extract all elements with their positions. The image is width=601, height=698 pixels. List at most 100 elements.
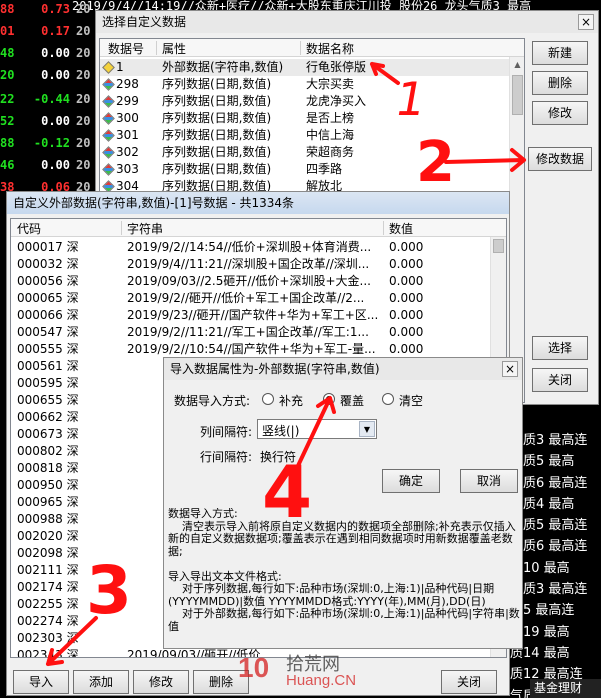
- external-data-title: 自定义外部数据(字符串,数值)-[1]号数据 - 共1334条: [13, 196, 295, 210]
- bottom-right-tab[interactable]: 基金理财: [530, 679, 601, 698]
- right-data-row: 气质4 最高: [510, 496, 575, 512]
- delete-button[interactable]: 删除: [532, 71, 588, 95]
- custom-data-row[interactable]: 301 序列数据(日期,数值) 中信上海: [100, 127, 524, 144]
- import-close-button[interactable]: ×: [502, 361, 518, 377]
- data-number: 301: [116, 128, 139, 142]
- bg-change: 0.00: [41, 46, 70, 60]
- row-value: 0.000: [389, 291, 424, 305]
- row-string: 2019/09/03//2.5砸开//低价+深圳股+大金...: [127, 274, 371, 288]
- modify-row-button[interactable]: 修改: [133, 670, 189, 694]
- row-code: 000017 深: [17, 240, 79, 254]
- external-data-row[interactable]: 000017 深 2019/9/2//14:54//低价+深圳股+体育消费... 0…: [11, 239, 506, 256]
- custom-data-row[interactable]: 300 序列数据(日期,数值) 是否上榜: [100, 110, 524, 127]
- import-help-text: 数据导入方式: 清空表示导入前将原自定义数据内的数据项全部删除;补充表示仅插入新…: [168, 508, 520, 632]
- external-data-row[interactable]: 000032 深 2019/9/4//11:21//深圳股+国企改革//深圳...…: [11, 256, 506, 273]
- cancel-button[interactable]: 取消: [460, 469, 518, 493]
- right-data-row: 质10 最高: [510, 560, 570, 576]
- row-code: 002303 深: [17, 631, 79, 645]
- modify-data-button[interactable]: 修改数据: [528, 147, 592, 171]
- row-value: 0.000: [389, 308, 424, 322]
- bg-ticker-row: 22 -0.44 20: [0, 92, 100, 114]
- external-data-row[interactable]: 000066 深 2019/9/23//砸开//国产软件+华为+军工+区... 0.…: [11, 307, 506, 324]
- mode-overwrite-radio[interactable]: [323, 393, 335, 405]
- data-attribute: 序列数据(日期,数值): [162, 145, 272, 159]
- scroll-thumb[interactable]: [512, 75, 523, 115]
- column-header-value[interactable]: 数值: [389, 220, 413, 237]
- row-code: 000547 深: [17, 325, 79, 339]
- custom-data-list-scrollbar[interactable]: ▲: [509, 57, 524, 402]
- select-button[interactable]: 选择: [532, 336, 588, 360]
- column-header-name[interactable]: 数据名称: [306, 40, 354, 57]
- close-button[interactable]: 关闭: [532, 368, 588, 392]
- close-ext-button[interactable]: 关闭: [441, 670, 497, 694]
- row-code: 000595 深: [17, 376, 79, 390]
- multicolor-diamond-icon: [102, 95, 115, 108]
- multicolor-diamond-icon: [102, 78, 115, 91]
- bg-change: 0.17: [41, 24, 70, 38]
- bg-code: 01: [0, 24, 15, 38]
- row-code: 000673 深: [17, 427, 79, 441]
- bg-change: 0.73: [41, 2, 70, 16]
- custom-data-row[interactable]: 298 序列数据(日期,数值) 大宗买卖: [100, 76, 524, 93]
- data-attribute: 序列数据(日期,数值): [162, 128, 272, 142]
- bg-ticker-row: 52 0.00 20: [0, 114, 100, 136]
- multicolor-diamond-icon: [102, 112, 115, 125]
- annotation-number-4: 4: [262, 450, 313, 534]
- column-header-string[interactable]: 字符串: [127, 220, 163, 237]
- right-data-row: 气质3 最高连: [510, 582, 588, 598]
- mode-overwrite-label[interactable]: 覆盖: [340, 392, 364, 409]
- data-number: 300: [116, 111, 139, 125]
- bg-date: 20: [76, 114, 91, 128]
- new-button[interactable]: 新建: [532, 41, 588, 65]
- external-data-row[interactable]: 000547 深 2019/9/2//11:21//军工+国企改革//军工:1..…: [11, 324, 506, 341]
- mode-supplement-radio[interactable]: [262, 393, 274, 405]
- external-data-row[interactable]: 000555 深 2019/9/2//10:54//国产软件+华为+军工-量...…: [11, 341, 506, 358]
- row-code: 000066 深: [17, 308, 79, 322]
- external-data-row[interactable]: 000056 深 2019/09/03//2.5砸开//低价+深圳股+大金... 0…: [11, 273, 506, 290]
- chevron-down-icon[interactable]: ▼: [359, 421, 375, 437]
- custom-data-row[interactable]: 302 序列数据(日期,数值) 荣超商务: [100, 144, 524, 161]
- data-number: 302: [116, 145, 139, 159]
- bg-date: 20: [76, 68, 91, 82]
- scroll-up-arrow-icon[interactable]: ▲: [510, 57, 524, 72]
- external-scroll-thumb[interactable]: [493, 239, 504, 253]
- data-attribute: 序列数据(日期,数值): [162, 162, 272, 176]
- bg-code: 22: [0, 92, 15, 106]
- bg-code: 52: [0, 114, 15, 128]
- bg-ticker-row: 88 -0.12 20: [0, 136, 100, 158]
- yellow-diamond-icon: [102, 61, 115, 74]
- column-header-attr[interactable]: 属性: [162, 40, 186, 57]
- row-code: 000818 深: [17, 461, 79, 475]
- column-header-num[interactable]: 数据号: [108, 40, 144, 57]
- multicolor-diamond-icon: [102, 129, 115, 142]
- custom-data-row[interactable]: 1 外部数据(字符串,数值) 行龟张停版: [100, 59, 524, 76]
- row-code: 000662 深: [17, 410, 79, 424]
- right-data-row: 气质6 最高连: [510, 475, 588, 491]
- row-string: 2019/9/2//砸开//低价+军工+国企改革//2...: [127, 291, 365, 305]
- select-data-close-button[interactable]: ×: [578, 14, 594, 30]
- bg-code: 46: [0, 158, 15, 172]
- mode-clear-radio[interactable]: [382, 393, 394, 405]
- mode-clear-label[interactable]: 清空: [399, 392, 423, 409]
- col-sep-select[interactable]: 竖线(|) ▼: [257, 419, 377, 439]
- bg-code: 88: [0, 2, 15, 16]
- bg-date: 20: [76, 24, 91, 38]
- mode-supplement-label[interactable]: 补充: [279, 392, 303, 409]
- data-attribute: 序列数据(日期,数值): [162, 111, 272, 125]
- bg-change: -0.12: [33, 136, 70, 150]
- custom-data-row[interactable]: 303 序列数据(日期,数值) 四季路: [100, 161, 524, 178]
- row-value: 0.000: [389, 240, 424, 254]
- import-button[interactable]: 导入: [13, 670, 69, 694]
- select-data-title-bar: 选择自定义数据 ×: [96, 11, 598, 33]
- external-data-row[interactable]: 000065 深 2019/9/2//砸开//低价+军工+国企改革//2... 0.…: [11, 290, 506, 307]
- row-value: 0.000: [389, 325, 424, 339]
- modify-button[interactable]: 修改: [532, 101, 588, 125]
- bg-ticker-row: 48 0.00 20: [0, 46, 100, 68]
- ok-button[interactable]: 确定: [382, 469, 440, 493]
- custom-data-list-header: 数据号 属性 数据名称: [100, 39, 524, 57]
- column-header-code[interactable]: 代码: [17, 220, 41, 237]
- row-string: 2019/9/4//11:21//深圳股+国企改革//深圳...: [127, 257, 370, 271]
- custom-data-row[interactable]: 299 序列数据(日期,数值) 龙虎净买入: [100, 93, 524, 110]
- add-button[interactable]: 添加: [73, 670, 129, 694]
- multicolor-diamond-icon: [102, 163, 115, 176]
